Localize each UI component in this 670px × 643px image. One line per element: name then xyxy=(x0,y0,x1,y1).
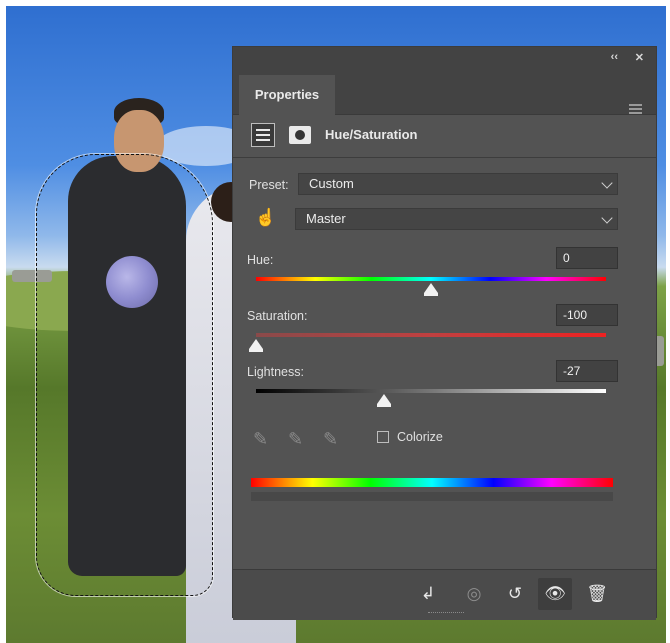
view-previous-state-icon[interactable]: ◎ xyxy=(457,578,491,610)
eyedropper-plus-icon[interactable]: ✎ xyxy=(288,429,310,451)
hue-slider-thumb[interactable] xyxy=(424,283,438,296)
channel-value: Master xyxy=(306,211,346,226)
chevron-down-icon xyxy=(601,177,613,189)
close-icon[interactable]: ✕ xyxy=(635,51,644,64)
hue-field[interactable]: 0 xyxy=(556,247,618,269)
hue-slider-track[interactable] xyxy=(256,277,606,281)
lightness-label: Lightness: xyxy=(247,365,304,379)
saturation-label: Saturation: xyxy=(247,309,308,323)
tab-properties[interactable]: Properties xyxy=(239,75,335,115)
reset-icon[interactable]: ↺ xyxy=(498,578,532,610)
colorize-checkbox[interactable] xyxy=(377,431,389,443)
tab-bar: Properties xyxy=(233,69,656,115)
collapse-icon[interactable]: ‹‹ xyxy=(611,51,618,63)
color-ramp-before xyxy=(251,478,613,487)
eyedropper-icon[interactable]: ✎ xyxy=(253,429,275,451)
targeted-adjustment-hand-icon[interactable]: ☝ xyxy=(255,208,277,230)
chevron-down-icon xyxy=(601,212,613,224)
hue-label: Hue: xyxy=(247,253,274,267)
clip-to-layer-icon[interactable]: ↲ xyxy=(411,578,445,610)
preset-label: Preset: xyxy=(249,178,289,192)
panel-topbar: ‹‹ ✕ xyxy=(233,47,656,69)
saturation-slider-track[interactable] xyxy=(256,333,606,337)
lightness-slider-thumb[interactable] xyxy=(376,394,391,407)
mask-icon[interactable] xyxy=(289,126,311,144)
preset-value: Custom xyxy=(309,176,354,191)
colorize-label: Colorize xyxy=(397,430,443,444)
eyedropper-minus-icon[interactable]: ✎ xyxy=(323,429,345,451)
visibility-eye-icon[interactable]: 👁 xyxy=(538,578,572,610)
resize-grip[interactable] xyxy=(428,612,464,616)
saturation-field[interactable]: -100 xyxy=(556,304,618,326)
trash-icon[interactable]: 🗑 xyxy=(580,578,614,610)
adjustment-icon[interactable] xyxy=(251,123,275,147)
color-ramp-after xyxy=(251,492,613,501)
preset-select[interactable]: Custom xyxy=(298,173,618,195)
selection-marquee[interactable] xyxy=(36,154,213,596)
divider xyxy=(233,157,656,158)
adjustment-title: Hue/Saturation xyxy=(325,127,418,142)
saturation-slider-thumb[interactable] xyxy=(249,339,263,352)
lightness-slider-track[interactable] xyxy=(256,389,606,393)
properties-panel: ‹‹ ✕ Properties Hue/Saturation Preset: C… xyxy=(232,46,657,620)
channel-select[interactable]: Master xyxy=(295,208,618,230)
adjustment-header: Hue/Saturation xyxy=(233,115,656,157)
lightness-field[interactable]: -27 xyxy=(556,360,618,382)
